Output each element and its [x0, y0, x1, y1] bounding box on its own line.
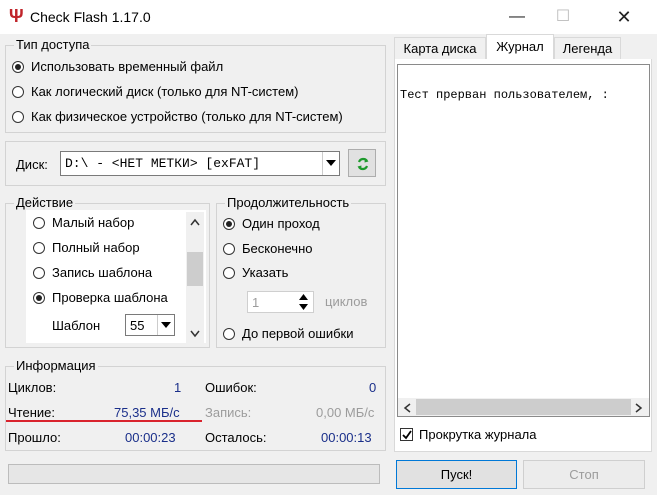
duration-infinite-radio[interactable]: [223, 243, 235, 255]
log-text: Тест прерван пользователем, :: [400, 88, 609, 102]
disk-label: Диск:: [16, 157, 48, 172]
stop-button[interactable]: Стоп: [523, 460, 645, 489]
chevron-down-icon: [161, 322, 171, 328]
scrollbar-thumb[interactable]: [187, 252, 203, 286]
check-icon: [402, 430, 412, 440]
disk-select[interactable]: D:\ - <НЕТ МЕТКИ> [exFAT]: [60, 151, 340, 176]
action-verify-pattern-label[interactable]: Проверка шаблона: [52, 290, 168, 305]
info-write-value: 0,00 МБ/с: [316, 405, 375, 420]
action-scrollbar[interactable]: [186, 212, 204, 343]
pattern-label: Шаблон: [52, 318, 101, 333]
info-write-label: Запись:: [205, 405, 252, 420]
info-remaining-label: Осталось:: [205, 430, 267, 445]
minimize-button[interactable]: —: [494, 0, 540, 34]
info-errors-label: Ошибок:: [205, 380, 257, 395]
info-cycles-value: 1: [174, 380, 182, 395]
chevron-down-icon: [326, 160, 336, 166]
action-legend: Действие: [14, 195, 76, 210]
refresh-icon: [357, 157, 369, 171]
window-title: Check Flash 1.17.0: [30, 9, 151, 25]
spin-down-icon[interactable]: [298, 303, 309, 311]
tab-legend[interactable]: Легенда: [554, 37, 621, 59]
info-read-value: 75,35 МБ/с: [114, 405, 180, 420]
cycles-unit-label: циклов: [325, 294, 368, 309]
info-remaining-value: 00:00:13: [321, 430, 372, 445]
duration-first-error-radio[interactable]: [223, 328, 235, 340]
start-button[interactable]: Пуск!: [396, 460, 517, 489]
cycles-spinner[interactable]: 1: [247, 291, 314, 313]
log-area[interactable]: Тест прерван пользователем, :: [397, 64, 650, 417]
access-option-physical-device-label[interactable]: Как физическое устройство (только для NT…: [31, 109, 343, 124]
usb-trident-icon: Ψ: [9, 6, 24, 26]
access-option-temp-file-label[interactable]: Использовать временный файл: [31, 59, 223, 74]
info-errors-value: 0: [369, 380, 377, 395]
action-full-set-label[interactable]: Полный набор: [52, 240, 140, 255]
info-read-underline: [6, 420, 202, 422]
action-small-set-label[interactable]: Малый набор: [52, 215, 134, 230]
tab-log[interactable]: Журнал: [486, 34, 554, 60]
refresh-button[interactable]: [348, 149, 376, 177]
close-button[interactable]: ✕: [601, 0, 647, 34]
info-cycles-label: Циклов:: [8, 380, 57, 395]
info-legend: Информация: [14, 358, 98, 373]
duration-specify-label[interactable]: Указать: [242, 265, 288, 280]
scroll-right-icon[interactable]: [635, 403, 643, 413]
duration-single-pass-radio[interactable]: [223, 218, 235, 230]
scroll-log-checkbox[interactable]: [400, 428, 413, 441]
info-read-label: Чтение:: [8, 405, 55, 420]
access-option-logical-disk-label[interactable]: Как логический диск (только для NT-систе…: [31, 84, 298, 99]
cycles-spinner-buttons[interactable]: [295, 293, 312, 311]
cycles-spinner-value: 1: [252, 295, 260, 310]
scroll-left-icon[interactable]: [403, 403, 411, 413]
tab-disk-map[interactable]: Карта диска: [394, 37, 486, 59]
duration-first-error-label[interactable]: До первой ошибки: [242, 326, 353, 341]
info-elapsed-value: 00:00:23: [125, 430, 176, 445]
access-option-logical-disk-radio[interactable]: [12, 86, 24, 98]
access-option-temp-file-radio[interactable]: [12, 61, 24, 73]
maximize-button[interactable]: ☐: [540, 0, 586, 34]
pattern-select[interactable]: 55: [125, 314, 175, 336]
disk-select-value: D:\ - <НЕТ МЕТКИ> [exFAT]: [65, 156, 261, 171]
scroll-up-icon[interactable]: [190, 218, 200, 226]
access-type-legend: Тип доступа: [14, 37, 92, 52]
scroll-log-label[interactable]: Прокрутка журнала: [419, 427, 537, 442]
duration-legend: Продолжительность: [225, 195, 352, 210]
action-full-set-radio[interactable]: [33, 242, 45, 254]
duration-single-pass-label[interactable]: Один проход: [242, 216, 320, 231]
action-small-set-radio[interactable]: [33, 217, 45, 229]
scroll-down-icon[interactable]: [190, 330, 200, 338]
disk-select-arrow[interactable]: [322, 152, 339, 175]
pattern-select-value: 55: [130, 318, 145, 333]
pattern-select-arrow[interactable]: [157, 315, 174, 335]
action-write-pattern-label[interactable]: Запись шаблона: [52, 265, 152, 280]
scrollbar-thumb[interactable]: [416, 399, 631, 415]
spin-up-icon[interactable]: [298, 293, 309, 301]
log-hscrollbar[interactable]: [398, 398, 649, 416]
duration-infinite-label[interactable]: Бесконечно: [242, 241, 312, 256]
progress-bar: [8, 464, 380, 484]
access-option-physical-device-radio[interactable]: [12, 111, 24, 123]
duration-specify-radio[interactable]: [223, 267, 235, 279]
action-write-pattern-radio[interactable]: [33, 267, 45, 279]
info-elapsed-label: Прошло:: [8, 430, 61, 445]
action-verify-pattern-radio[interactable]: [33, 292, 45, 304]
